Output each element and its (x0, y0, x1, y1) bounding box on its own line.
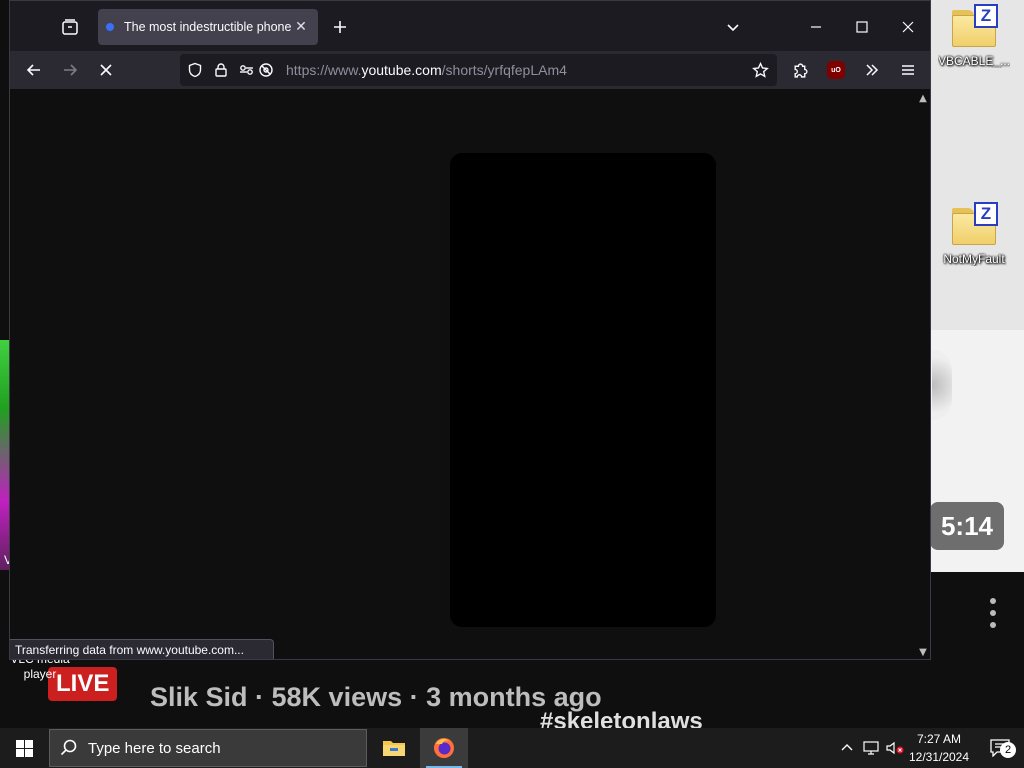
maximize-button[interactable] (839, 9, 885, 45)
double-chevron-icon (866, 64, 879, 76)
clock-time: 7:27 AM (916, 732, 962, 746)
kebab-menu-icon[interactable] (988, 598, 998, 628)
taskbar-file-explorer[interactable] (370, 728, 418, 768)
minimize-button[interactable] (793, 9, 839, 45)
lock-icon (215, 63, 227, 77)
desktop-icon-label: VBCABLE_... (938, 54, 1010, 68)
notification-count-badge: 2 (1000, 742, 1016, 758)
scroll-up-arrow-icon[interactable]: ▲ (916, 91, 930, 105)
star-icon (751, 61, 769, 78)
search-placeholder: Type here to search (88, 739, 221, 757)
shield-icon (188, 62, 202, 78)
taskbar: Type here to search 7:27 AM 12/31/2024 2 (0, 728, 1024, 768)
file-explorer-icon (383, 741, 405, 756)
status-bar: Transferring data from www.youtube.com..… (10, 639, 274, 659)
shorts-video-player[interactable] (450, 153, 716, 627)
search-icon (50, 729, 88, 767)
extensions-button[interactable] (784, 54, 816, 86)
zip-folder-icon: Z (950, 4, 998, 48)
back-button[interactable] (18, 54, 50, 86)
permissions-button[interactable] (234, 54, 280, 86)
page-content[interactable]: ▲ ▼ Transferring data from www.youtube.c… (10, 89, 930, 659)
arrow-right-icon (64, 64, 78, 76)
tab-strip: The most indestructible phone ✕ (10, 1, 930, 51)
tab-overview-button[interactable] (52, 9, 88, 45)
background-graphic (932, 350, 952, 420)
zip-folder-icon: Z (950, 202, 998, 246)
tab-active[interactable]: The most indestructible phone ✕ (98, 9, 318, 45)
video-meta-text: Slik Sid · 58K views · 3 months ago (150, 682, 602, 712)
firefox-icon (434, 738, 454, 758)
clock-date: 12/31/2024 (908, 750, 970, 764)
tracking-protection-button[interactable] (182, 54, 208, 86)
close-window-button[interactable] (885, 9, 930, 45)
chevron-down-icon (727, 24, 739, 32)
more-tools-button[interactable] (856, 54, 888, 86)
network-tray-button[interactable] (860, 728, 882, 768)
plus-icon (334, 21, 346, 33)
taskbar-clock[interactable]: 7:27 AM 12/31/2024 (902, 730, 976, 766)
puzzle-icon (793, 62, 808, 78)
action-center-button[interactable]: 2 (980, 728, 1020, 768)
channel-hashtag-text: #skeletonlaws (540, 708, 703, 728)
network-icon (863, 741, 879, 755)
browser-window: The most indestructible phone ✕ https://… (9, 0, 931, 660)
windows-logo-icon (15, 739, 33, 757)
maximize-icon (856, 21, 868, 33)
scroll-down-arrow-icon[interactable]: ▼ (916, 645, 930, 659)
desktop-icon-notmyfault[interactable]: Z NotMyFault (938, 202, 1010, 266)
stop-icon (100, 64, 112, 76)
tab-close-icon[interactable]: ✕ (292, 18, 310, 36)
bookmark-button[interactable] (747, 54, 773, 86)
minimize-icon (811, 26, 821, 28)
url-bar[interactable]: https://www.youtube.com/shorts/yrfqfepLA… (180, 54, 777, 86)
ublock-icon: uO (827, 61, 845, 79)
site-security-button[interactable] (208, 54, 234, 86)
url-host: youtube.com (361, 62, 442, 78)
desktop-icon-vbcable[interactable]: Z VBCABLE_... (938, 4, 1010, 68)
app-menu-button[interactable] (892, 54, 924, 86)
show-hidden-icons-button[interactable] (836, 728, 858, 768)
chevron-up-icon (841, 744, 853, 751)
ublock-button[interactable]: uO (820, 54, 852, 86)
arrow-left-icon (26, 64, 40, 76)
desktop-icon-label: NotMyFault (943, 252, 1005, 266)
close-icon (902, 21, 914, 33)
taskbar-search-box[interactable]: Type here to search (49, 729, 367, 767)
hamburger-icon (902, 65, 914, 75)
new-tab-button[interactable] (322, 9, 358, 45)
start-button[interactable] (0, 728, 48, 768)
tab-title: The most indestructible phone (124, 20, 292, 34)
taskbar-firefox[interactable] (420, 728, 468, 768)
forward-button[interactable] (54, 54, 86, 86)
list-all-tabs-button[interactable] (715, 9, 751, 45)
tab-favicon-icon (106, 23, 114, 31)
url-text[interactable]: https://www.youtube.com/shorts/yrfqfepLA… (286, 62, 747, 78)
video-duration-badge: 5:14 (930, 502, 1004, 550)
navigation-toolbar: https://www.youtube.com/shorts/yrfqfepLA… (10, 51, 930, 89)
permissions-icon (240, 63, 273, 77)
stop-button[interactable] (90, 54, 122, 86)
tab-overview-icon (62, 19, 78, 35)
